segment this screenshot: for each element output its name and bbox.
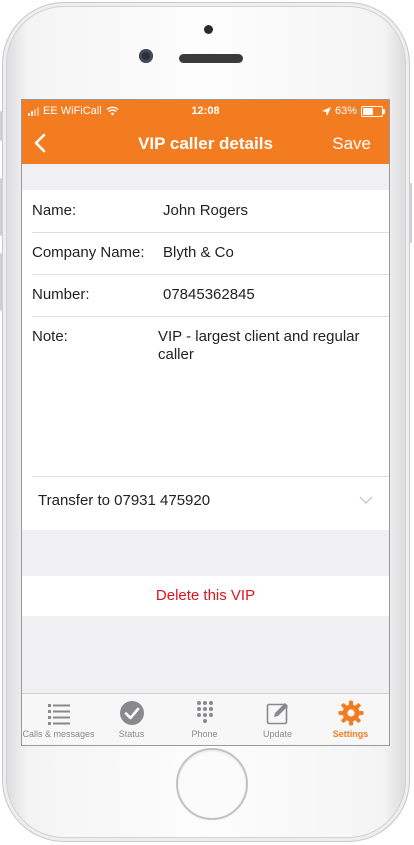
volume-up-button <box>0 178 3 236</box>
tab-label: Update <box>262 729 293 739</box>
list-icon <box>48 704 70 725</box>
status-bar: EE WiFiCall 12:08 63% <box>22 100 389 122</box>
name-label: Name: <box>32 202 77 219</box>
company-value[interactable]: Blyth & Co <box>163 244 234 261</box>
tab-phone[interactable]: Phone <box>168 694 241 745</box>
mute-switch <box>0 111 3 141</box>
name-value[interactable]: John Rogers <box>163 202 248 219</box>
chevron-down-icon <box>359 496 373 504</box>
front-camera <box>139 49 153 63</box>
company-label: Company Name: <box>32 244 145 261</box>
gear-icon <box>338 700 364 726</box>
number-value[interactable]: 07845362845 <box>163 286 255 303</box>
tab-update[interactable]: Update <box>241 694 314 745</box>
number-row[interactable]: Number: 07845362845 <box>32 274 389 317</box>
tab-settings[interactable]: Settings <box>314 694 387 745</box>
tab-bar: Calls & messages Status Phone Update Set… <box>22 693 389 745</box>
location-arrow-icon <box>321 106 331 116</box>
check-circle-icon <box>120 701 144 725</box>
proximity-sensor <box>204 25 213 34</box>
name-row[interactable]: Name: John Rogers <box>32 190 389 233</box>
tab-status[interactable]: Status <box>95 694 168 745</box>
battery-icon <box>361 105 385 117</box>
edit-icon <box>266 703 288 725</box>
tab-label: Status <box>118 729 145 739</box>
volume-down-button <box>0 253 3 311</box>
delete-vip-button[interactable]: Delete this VIP <box>22 576 389 616</box>
company-row[interactable]: Company Name: Blyth & Co <box>32 232 389 275</box>
tab-label: Settings <box>332 729 369 739</box>
app-screen: EE WiFiCall 12:08 63% VIP caller details… <box>21 99 390 746</box>
number-label: Number: <box>32 286 90 303</box>
note-row[interactable]: Note: VIP - largest client and regular c… <box>32 316 389 477</box>
tab-calls-messages[interactable]: Calls & messages <box>22 694 95 745</box>
transfer-select[interactable]: Transfer to 07931 475920 <box>38 476 389 524</box>
transfer-value: Transfer to 07931 475920 <box>38 492 211 509</box>
vip-details-form: Name: John Rogers Company Name: Blyth & … <box>22 190 389 530</box>
battery-percent: 63% <box>334 105 357 117</box>
nav-bar: VIP caller details Save <box>22 122 389 164</box>
save-button[interactable]: Save <box>332 134 371 154</box>
earpiece-speaker <box>179 54 243 63</box>
power-button <box>409 183 412 243</box>
note-label: Note: <box>32 328 68 345</box>
delete-vip-label: Delete this VIP <box>155 587 256 604</box>
note-value[interactable]: VIP - largest client and regular caller <box>158 328 373 364</box>
tab-label: Calls & messages <box>22 729 95 739</box>
home-button[interactable] <box>176 748 248 820</box>
keypad-icon <box>197 701 213 723</box>
tab-label: Phone <box>191 729 218 739</box>
